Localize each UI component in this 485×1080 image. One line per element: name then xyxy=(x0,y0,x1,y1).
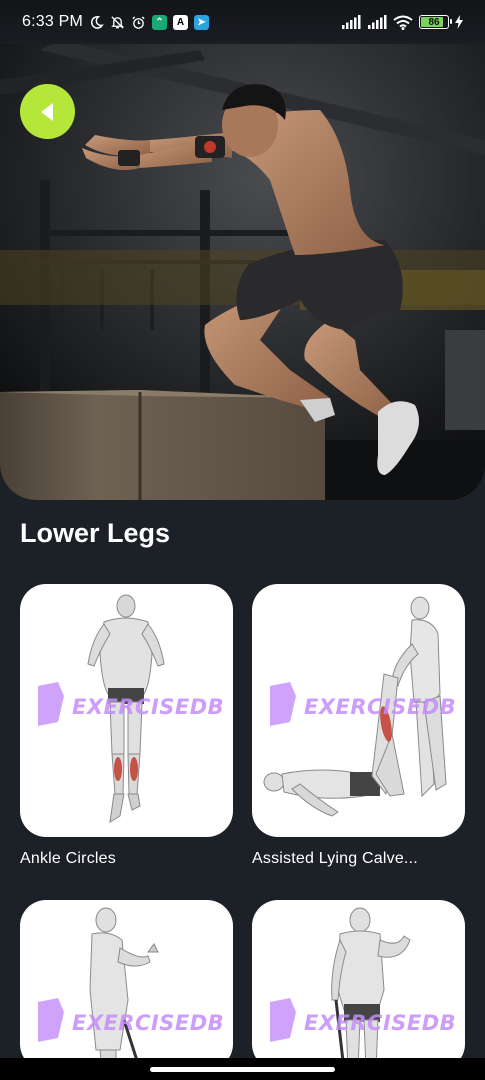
exercise-card[interactable]: EXERCISEDB xyxy=(252,900,465,1070)
home-indicator[interactable] xyxy=(150,1067,335,1072)
watermark-text: EXERCISEDB xyxy=(304,695,457,719)
app-icon: ⌃ xyxy=(152,14,167,30)
signal-icon xyxy=(368,15,387,29)
watermark-text: EXERCISEDB xyxy=(304,1011,457,1035)
watermark-text: EXERCISEDB xyxy=(72,1011,225,1035)
wifi-icon xyxy=(393,15,413,30)
back-button[interactable] xyxy=(20,84,75,139)
back-arrow-icon xyxy=(40,102,53,121)
battery-percent: 86 xyxy=(428,16,440,28)
watermark-text: EXERCISEDB xyxy=(72,695,225,719)
bell-off-icon xyxy=(111,15,124,29)
exercise-card[interactable]: EXERCISEDB xyxy=(20,900,233,1070)
telegram-icon: ➤ xyxy=(194,14,209,30)
signal-icon xyxy=(342,15,361,29)
app-icon: A xyxy=(173,14,188,30)
moon-icon xyxy=(90,15,104,29)
status-left: 6:33 PM ⌃ A ➤ xyxy=(22,13,209,31)
section-title: Lower Legs xyxy=(20,518,171,548)
status-time: 6:33 PM xyxy=(22,13,83,30)
exercise-card-ankle-circles[interactable]: EXERCISEDB xyxy=(20,584,233,837)
exercise-name: Assisted Lying Calve... xyxy=(252,850,418,867)
exercise-card-assisted-lying-calves[interactable]: EXERCISEDB xyxy=(252,584,465,837)
battery-icon: 86 xyxy=(419,15,452,29)
exercise-illustration xyxy=(270,907,411,1070)
status-bar: 6:33 PM ⌃ A ➤ 86 xyxy=(0,0,485,44)
exercise-name: Ankle Circles xyxy=(20,850,116,867)
charging-icon xyxy=(455,15,463,29)
status-right: 86 xyxy=(341,15,463,30)
alarm-icon xyxy=(132,15,145,29)
exercise-illustration xyxy=(38,907,159,1070)
hero-image xyxy=(0,40,485,500)
